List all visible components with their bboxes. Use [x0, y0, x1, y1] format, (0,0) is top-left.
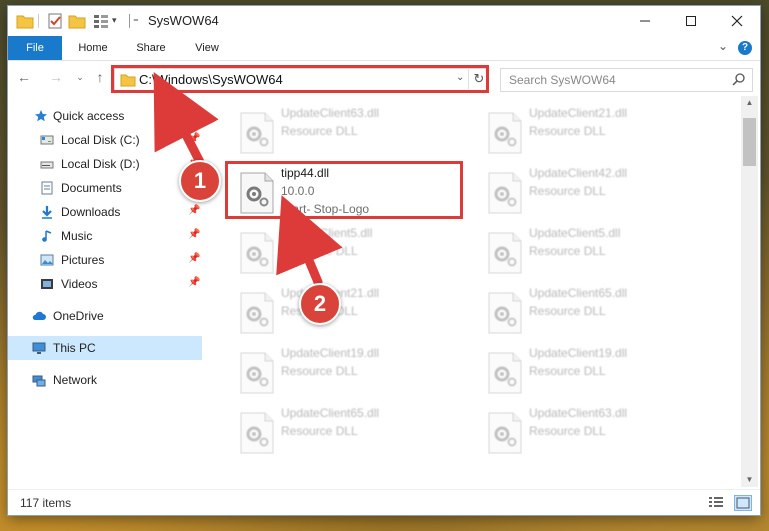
step-1-callout: 1 — [179, 160, 221, 202]
annotation-arrows — [153, 71, 343, 287]
arrow-to-file — [276, 195, 343, 287]
step-2-callout: 2 — [299, 283, 341, 325]
arrow-to-address-bar — [153, 71, 219, 167]
